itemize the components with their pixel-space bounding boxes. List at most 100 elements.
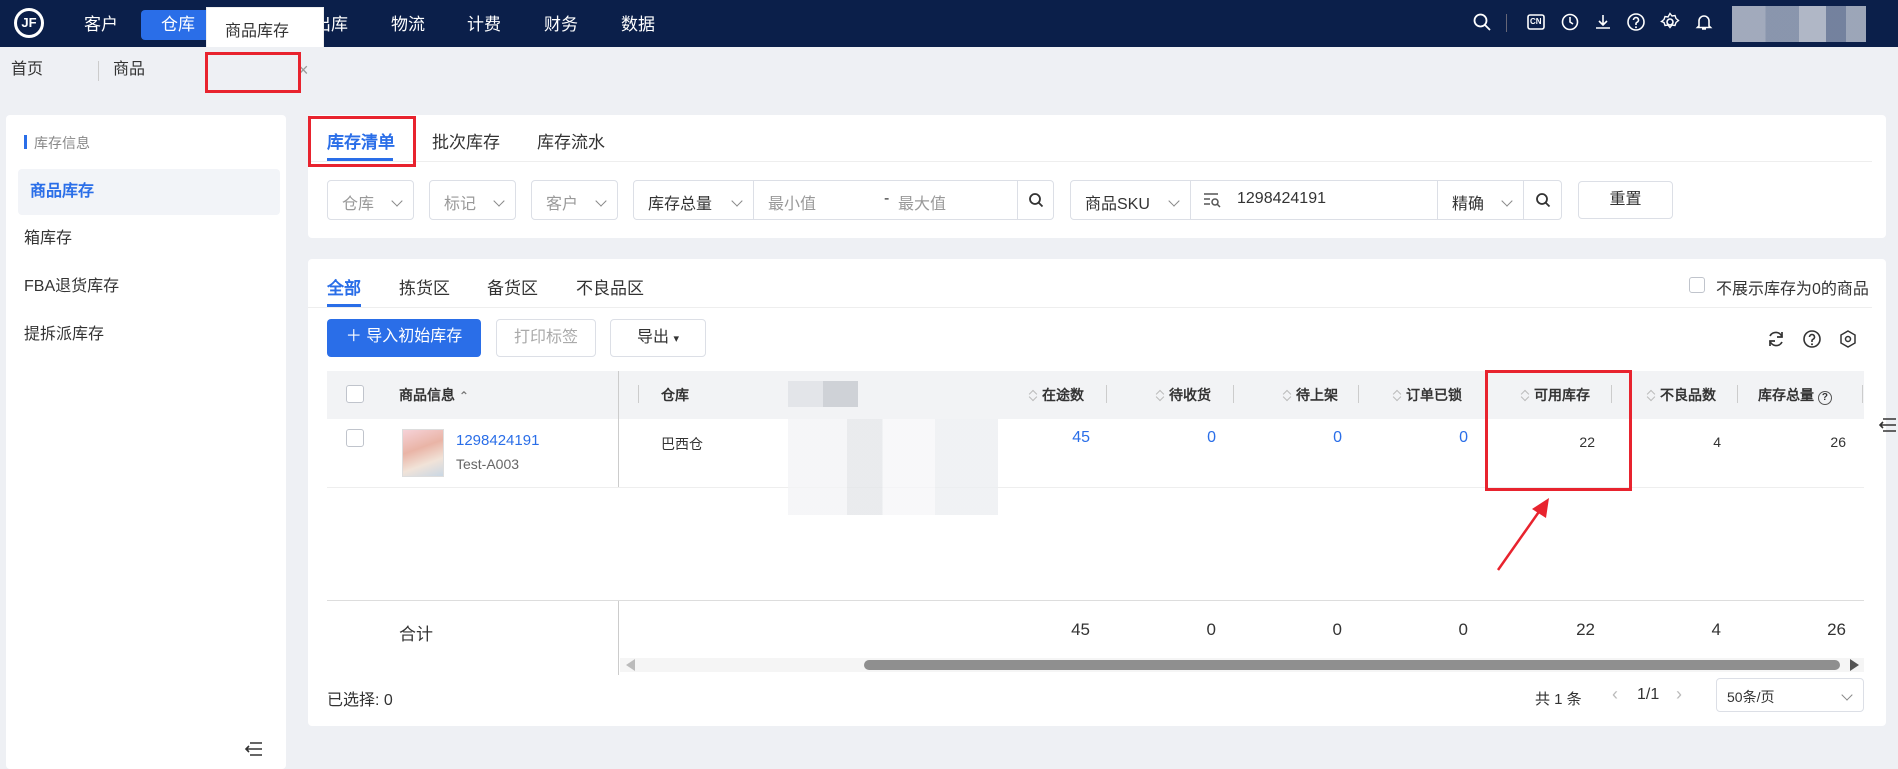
- tab-stock-flow[interactable]: 库存流水: [537, 128, 605, 153]
- next-page-icon[interactable]: ›: [1676, 684, 1682, 705]
- zone-tab-defective[interactable]: 不良品区: [576, 274, 644, 299]
- prev-page-icon[interactable]: ‹: [1612, 684, 1618, 705]
- zone-tab-all[interactable]: 全部: [327, 274, 361, 299]
- app-logo[interactable]: JF: [14, 8, 44, 38]
- column-total[interactable]: 库存总量 ?: [1758, 385, 1832, 405]
- table-footer-divider: [327, 600, 1864, 601]
- warehouse-select-label: 仓库: [342, 196, 375, 213]
- collapse-sidebar-icon[interactable]: [244, 741, 264, 757]
- table-row[interactable]: [327, 419, 1864, 488]
- chevron-down-icon: [391, 195, 403, 207]
- sidebar-item-fba-return[interactable]: FBA退货库存: [24, 264, 280, 310]
- tag-select-label: 标记: [444, 196, 477, 213]
- column-warehouse[interactable]: 仓库: [661, 385, 689, 405]
- blurred-cell: [788, 419, 998, 515]
- column-label: 不良品数: [1660, 387, 1716, 403]
- search-icon[interactable]: [1472, 12, 1492, 32]
- chevron-down-icon: [1501, 195, 1513, 207]
- customer-select[interactable]: 客户: [531, 180, 618, 220]
- nav-item-data[interactable]: 数据: [601, 10, 675, 40]
- sidebar: 库存信息 商品库存 箱库存 FBA退货库存 提拆派库存: [6, 115, 286, 769]
- product-sku-link[interactable]: 1298424191: [456, 432, 539, 449]
- highlight-box: [205, 52, 301, 93]
- column-product-info[interactable]: 商品信息 ⌃: [399, 385, 469, 405]
- sku-search-button[interactable]: [1525, 181, 1562, 219]
- print-label-button[interactable]: 打印标签: [496, 319, 596, 357]
- max-value-input[interactable]: 最大值: [898, 190, 946, 214]
- page-tab-product-stock[interactable]: 商品库存: [206, 7, 324, 47]
- help-icon[interactable]: ?: [1817, 391, 1832, 405]
- footer-pending-receive: 0: [1206, 620, 1216, 639]
- refresh-icon[interactable]: [1766, 329, 1786, 349]
- column-pending-shelf[interactable]: 待上架: [1284, 385, 1338, 405]
- user-avatar[interactable]: [1732, 6, 1866, 42]
- zone-tab-reserve[interactable]: 备货区: [487, 274, 538, 299]
- help-icon[interactable]: [1626, 12, 1646, 32]
- page-tab-product[interactable]: 商品: [113, 47, 145, 95]
- min-value-input[interactable]: 最小值: [768, 190, 816, 214]
- sidebar-item-box-stock[interactable]: 箱库存: [24, 216, 280, 262]
- nav-item-customer[interactable]: 客户: [64, 10, 138, 40]
- sidebar-item-product-stock[interactable]: 商品库存: [18, 169, 280, 215]
- in-transit-link[interactable]: 45: [1040, 429, 1090, 447]
- divider: [308, 307, 1872, 308]
- column-defective[interactable]: 不良品数: [1648, 385, 1716, 405]
- bell-icon[interactable]: [1694, 12, 1714, 32]
- collapse-panel-icon[interactable]: [1878, 416, 1897, 434]
- pending-shelf-link[interactable]: 0: [1292, 429, 1342, 447]
- product-thumbnail[interactable]: [402, 429, 444, 477]
- nav-item-finance[interactable]: 财务: [524, 10, 598, 40]
- column-label: 订单已锁: [1406, 387, 1462, 403]
- tab-batch-stock[interactable]: 批次库存: [432, 128, 500, 153]
- column-separator: [1106, 385, 1107, 403]
- nav-item-billing[interactable]: 计费: [447, 10, 521, 40]
- column-settings-icon[interactable]: [1838, 329, 1858, 349]
- page-tab-home[interactable]: 首页: [11, 47, 43, 95]
- download-icon[interactable]: [1593, 12, 1613, 32]
- plus-icon: ＋: [345, 328, 367, 345]
- page-tab-label: 商品库存: [225, 23, 290, 40]
- import-stock-button[interactable]: ＋ 导入初始库存: [327, 319, 481, 357]
- help-icon[interactable]: [1802, 329, 1822, 349]
- sidebar-item-pickup-stock[interactable]: 提拆派库存: [24, 312, 280, 358]
- sort-icon: [1030, 390, 1038, 402]
- scroll-left-icon[interactable]: [626, 659, 635, 671]
- match-mode-label: 精确: [1452, 196, 1485, 213]
- nav-item-warehouse[interactable]: 仓库: [141, 10, 215, 40]
- row-checkbox[interactable]: [346, 429, 364, 447]
- pending-receive-link[interactable]: 0: [1166, 429, 1216, 447]
- column-separator: [638, 385, 639, 403]
- language-cn-icon[interactable]: CN: [1526, 12, 1546, 32]
- blurred-header: [788, 381, 858, 407]
- scroll-right-icon[interactable]: [1850, 659, 1859, 671]
- multi-search-icon[interactable]: [1203, 192, 1221, 208]
- sku-search-input[interactable]: 1298424191: [1237, 190, 1326, 208]
- tag-select[interactable]: 标记: [429, 180, 516, 220]
- export-button[interactable]: 导出 ▾: [610, 319, 706, 357]
- column-order-locked[interactable]: 订单已锁: [1394, 385, 1462, 405]
- sku-type-select[interactable]: 商品SKU: [1071, 181, 1191, 219]
- order-locked-link[interactable]: 0: [1418, 429, 1468, 447]
- page-indicator: 1/1: [1637, 686, 1660, 703]
- clock-icon[interactable]: [1560, 12, 1580, 32]
- nav-item-logistics[interactable]: 物流: [371, 10, 445, 40]
- select-all-checkbox[interactable]: [346, 385, 364, 403]
- column-pending-receive[interactable]: 待收货: [1157, 385, 1211, 405]
- settings-icon[interactable]: [1660, 12, 1680, 32]
- hide-zero-checkbox[interactable]: [1689, 277, 1705, 293]
- page-size-select[interactable]: 50条/页: [1716, 678, 1864, 712]
- product-code: Test-A003: [456, 456, 520, 472]
- match-mode-select[interactable]: 精确: [1437, 181, 1524, 219]
- column-separator: [1862, 385, 1863, 403]
- chevron-down-icon: [731, 195, 743, 207]
- reset-button[interactable]: 重置: [1578, 181, 1673, 219]
- total-records: 共 1 条: [1535, 691, 1582, 708]
- column-label: 库存总量: [1758, 387, 1814, 403]
- stock-range-search-button[interactable]: [1017, 181, 1054, 219]
- zone-tab-picking[interactable]: 拣货区: [399, 274, 450, 299]
- stock-total-select[interactable]: 库存总量: [634, 181, 754, 219]
- scrollbar-thumb[interactable]: [864, 660, 1840, 670]
- warehouse-select[interactable]: 仓库: [327, 180, 414, 220]
- column-in-transit[interactable]: 在途数: [1030, 385, 1084, 405]
- sort-up-icon[interactable]: ⌃: [459, 389, 469, 403]
